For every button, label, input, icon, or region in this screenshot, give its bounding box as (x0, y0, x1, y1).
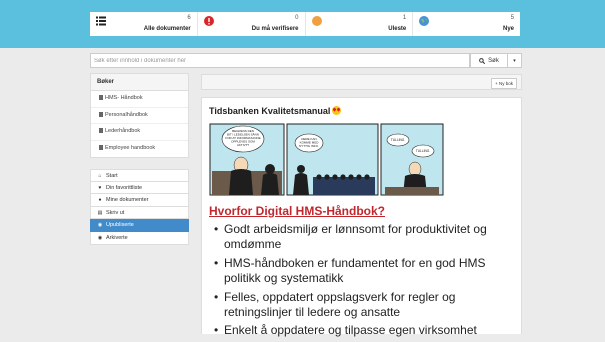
stat-label: Alle dokumenter (143, 26, 191, 32)
book-icon (99, 128, 103, 133)
list-item: Felles, oppdatert oppslagsverk for regle… (214, 290, 514, 320)
stat-count: 6 (187, 15, 191, 21)
book-item[interactable]: Employee handbook (91, 141, 188, 157)
caret-down-icon: ▾ (513, 57, 516, 64)
print-icon: ▤ (97, 209, 103, 216)
stat-label: Du må verifisere (251, 26, 299, 32)
stat-count: 1 (402, 15, 407, 21)
nav-item-unpublished[interactable]: ◉ Upubliserte (90, 219, 189, 232)
book-label: Lederhåndbok (105, 128, 141, 134)
books-panel: Bøker HMS- Håndbok Personalhåndbok Leder… (90, 73, 189, 158)
document-title: Tidsbanken Kvalitetsmanual (209, 106, 342, 116)
document-title-text: Tidsbanken Kvalitetsmanual (209, 106, 331, 116)
list-icon (96, 16, 106, 26)
book-icon (99, 95, 103, 100)
stat-label: Nye (502, 26, 514, 32)
nav-item-archived[interactable]: ◉ Arkiverte (90, 231, 189, 245)
side-nav: ⌂ Start ♥ Din favorittliste ● Mine dokument… (90, 169, 189, 245)
eye-icon: ◉ (97, 222, 103, 229)
comic-text: DERE KAN KOMME MED NYTTIG INFO. (299, 137, 319, 148)
alert-icon (203, 16, 214, 26)
list-item: HMS-håndboken er fundamentet for en god … (214, 256, 514, 286)
heart-eyes-emoji-icon (332, 106, 342, 115)
search-input[interactable] (90, 53, 470, 68)
nav-label: Skriv ut (106, 209, 125, 216)
eye-icon: ◉ (97, 234, 103, 241)
search-button-label: Søk (488, 57, 499, 64)
nav-label: Upubliserte (106, 222, 134, 229)
nav-item-start[interactable]: ⌂ Start (90, 169, 189, 182)
nav-item-print[interactable]: ▤ Skriv ut (90, 206, 189, 220)
nav-label: Mine dokumenter (106, 197, 149, 204)
comic-text: TULLING. (391, 138, 405, 142)
home-icon: ⌂ (98, 173, 102, 179)
comic-text: TULLING. (416, 149, 430, 153)
nav-label: Din favorittliste (106, 184, 143, 191)
nav-label: Arkiverte (106, 234, 128, 241)
stat-new[interactable]: 5 Nye (413, 12, 520, 36)
search-bar: Søk ▾ (90, 53, 522, 68)
content-toolbar: + Ny bok (201, 74, 522, 90)
globe-icon (419, 16, 430, 26)
comic-strip-image: BEGRENS DEN BIT I LEDELSEN SÅNN FOR AT INF… (209, 123, 444, 196)
circle-icon (311, 16, 322, 26)
book-item[interactable]: Personalhåndbok (91, 108, 188, 124)
search-dropdown-button[interactable]: ▾ (508, 53, 522, 68)
stat-verify[interactable]: 0 Du må verifisere (198, 12, 306, 36)
new-book-button[interactable]: + Ny bok (491, 78, 517, 89)
search-button[interactable]: Søk (470, 53, 508, 68)
book-label: Personalhåndbok (105, 111, 148, 118)
stat-label: Uleste (388, 26, 407, 32)
stat-count: 5 (510, 15, 514, 21)
book-icon (99, 144, 103, 150)
user-icon: ● (98, 197, 102, 204)
benefit-list: Godt arbeidsmiljø er lønnsomt for produk… (214, 222, 514, 342)
list-item: Enkelt å oppdatere og tilpasse egen virk… (214, 323, 514, 338)
book-item[interactable]: HMS- Håndbok (91, 91, 188, 108)
books-panel-header: Bøker (91, 74, 188, 91)
book-icon (99, 111, 103, 117)
nav-item-my-documents[interactable]: ● Mine dokumenter (90, 194, 189, 207)
stat-count: 0 (295, 15, 299, 21)
document-panel: Tidsbanken Kvalitetsmanual BEGRENS DEN BI… (201, 97, 522, 339)
book-item[interactable]: Lederhåndbok (91, 124, 188, 141)
section-heading: Hvorfor Digital HMS-Håndbok? (209, 204, 385, 218)
book-label: HMS- Håndbok (105, 95, 143, 101)
list-item: Godt arbeidsmiljø er lønnsomt for produk… (214, 222, 514, 252)
book-label: Employee handbook (105, 144, 156, 151)
nav-item-favorites[interactable]: ♥ Din favorittliste (90, 181, 189, 195)
search-icon (479, 57, 486, 64)
stat-unread[interactable]: 1 Uleste (306, 12, 414, 36)
nav-label: Start (106, 173, 118, 179)
heart-icon: ♥ (98, 184, 102, 191)
stats-bar: 6 Alle dokumenter 0 Du må verifisere 1 U… (90, 12, 520, 36)
stat-all-documents[interactable]: 6 Alle dokumenter (90, 12, 198, 36)
